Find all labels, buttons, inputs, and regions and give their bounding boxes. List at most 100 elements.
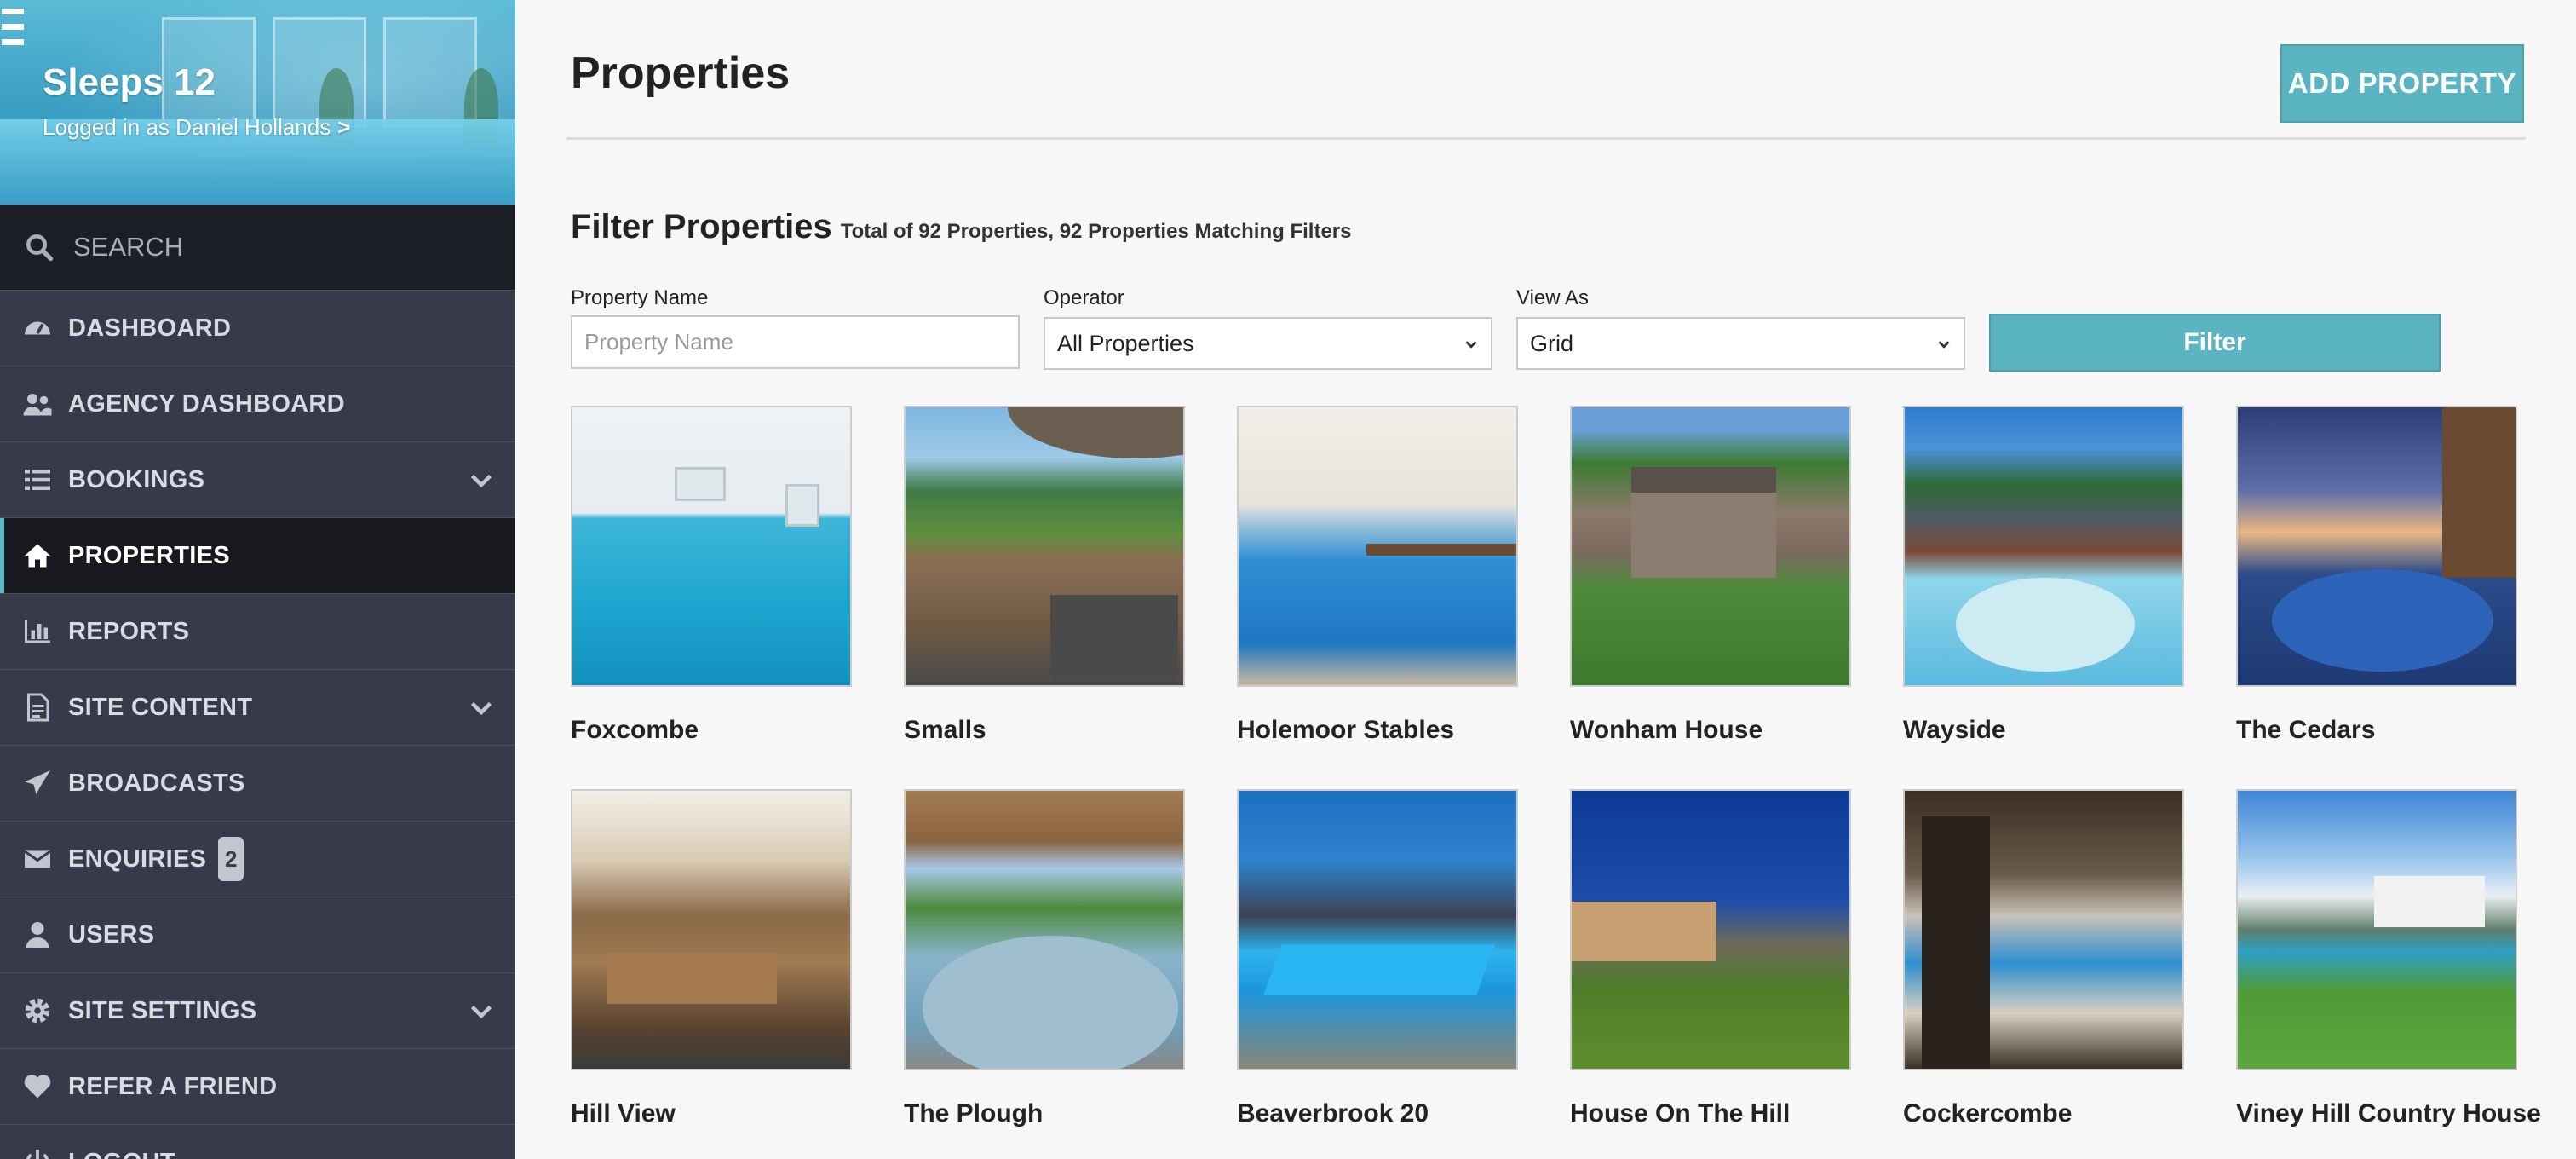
view-as-selected-value: Grid [1530,330,1574,356]
sidebar-item-properties[interactable]: PROPERTIES [0,517,515,593]
property-card[interactable]: House On The Hill [1570,789,1851,1137]
property-card[interactable]: Smalls [904,406,1185,753]
property-name[interactable]: Holemoor Stables [1237,716,1518,753]
paper-plane-icon [20,766,55,800]
property-card[interactable]: Viney Hill Country House [2236,789,2541,1137]
sidebar-item-label: AGENCY DASHBOARD [68,389,345,418]
sidebar-item-label: LOGOUT [68,1149,175,1159]
sidebar-item-refer-a-friend[interactable]: REFER A FRIEND [0,1048,515,1124]
envelope-icon [20,842,55,876]
sidebar-item-logout[interactable]: LOGOUT [0,1124,515,1159]
filter-button[interactable]: Filter [1989,314,2441,372]
page-title: Properties [571,49,791,98]
property-name[interactable]: Hill View [571,1099,852,1137]
property-name-label: Property Name [571,286,709,309]
sidebar-item-label: ENQUIRIES [68,845,207,873]
operator-label: Operator [1044,286,1124,309]
property-name[interactable]: House On The Hill [1570,1099,1851,1137]
sidebar-item-broadcasts[interactable]: BROADCASTS [0,745,515,821]
property-card[interactable]: Wayside [1903,406,2184,753]
bar-chart-icon [20,614,55,649]
property-card[interactable]: The Cedars [2236,406,2517,753]
property-grid: Foxcombe Smalls Holemoor Stables Wonham … [571,406,2541,1137]
property-image[interactable] [904,789,1185,1070]
operator-select[interactable]: All Properties [1044,317,1492,370]
property-image[interactable] [1570,789,1851,1070]
property-card[interactable]: Cockercombe [1903,789,2184,1137]
sidebar-item-users[interactable]: USERS [0,897,515,972]
property-name[interactable]: Wayside [1903,716,2184,753]
brand-header: Sleeps 12 Logged in as Daniel Hollands > [0,0,515,205]
main-content: Properties ADD PROPERTY Filter Propertie… [515,0,2576,1159]
search-icon [26,234,54,262]
header-divider [566,137,2526,140]
sidebar: Sleeps 12 Logged in as Daniel Hollands > … [0,0,515,1159]
property-name[interactable]: Wonham House [1570,716,1851,753]
property-card[interactable]: Beaverbrook 20 [1237,789,1518,1137]
property-name[interactable]: The Cedars [2236,716,2517,753]
sidebar-item-label: BROADCASTS [68,769,245,797]
property-image[interactable] [1237,789,1518,1070]
sidebar-item-bookings[interactable]: BOOKINGS [0,441,515,517]
property-image[interactable] [2236,789,2517,1070]
property-image[interactable] [2236,406,2517,687]
property-name-input[interactable] [571,315,1020,369]
brand-background-window [383,17,477,128]
property-name[interactable]: Beaverbrook 20 [1237,1099,1518,1137]
property-image[interactable] [1903,406,2184,687]
dashboard-icon [20,311,55,345]
property-image[interactable] [1570,406,1851,687]
menu-toggle-icon[interactable] [2,9,24,55]
logged-in-user-link[interactable]: Logged in as Daniel Hollands > [43,114,350,141]
chevron-down-icon [1465,341,1477,349]
property-image[interactable] [571,789,852,1070]
property-image[interactable] [904,406,1185,687]
view-as-label: View As [1516,286,1589,309]
property-image[interactable] [1903,789,2184,1070]
sidebar-item-reports[interactable]: REPORTS [0,593,515,669]
property-card[interactable]: Wonham House [1570,406,1851,753]
view-as-select[interactable]: Grid [1516,317,1965,370]
add-property-button[interactable]: ADD PROPERTY [2280,44,2524,123]
property-image[interactable] [1237,406,1518,687]
sidebar-item-agency-dashboard[interactable]: AGENCY DASHBOARD [0,366,515,441]
search-label: SEARCH [73,232,184,262]
site-title: Sleeps 12 [43,61,216,103]
gear-icon [20,994,55,1028]
property-name[interactable]: Cockercombe [1903,1099,2184,1137]
home-icon [20,539,55,573]
chevron-down-icon[interactable] [466,692,497,723]
filter-section-title: Filter Properties Total of 92 Properties,… [571,208,1351,246]
sidebar-item-label: REPORTS [68,617,190,645]
sidebar-item-label: REFER A FRIEND [68,1072,278,1100]
sidebar-item-site-settings[interactable]: SITE SETTINGS [0,972,515,1048]
sidebar-item-site-content[interactable]: SITE CONTENT [0,669,515,745]
property-image[interactable] [571,406,852,687]
chevron-down-icon[interactable] [466,464,497,495]
operator-selected-value: All Properties [1057,330,1194,356]
power-icon [20,1145,55,1159]
document-icon [20,690,55,724]
property-card[interactable]: Foxcombe [571,406,852,753]
logged-in-user-text: Logged in as Daniel Hollands [43,114,331,140]
property-name[interactable]: Foxcombe [571,716,852,753]
sidebar-item-dashboard[interactable]: DASHBOARD [0,290,515,366]
sidebar-item-enquiries[interactable]: ENQUIRIES 2 [0,821,515,897]
property-card[interactable]: Hill View [571,789,852,1137]
chevron-down-icon[interactable] [466,995,497,1026]
sidebar-item-label: SITE SETTINGS [68,996,257,1024]
sidebar-item-label: USERS [68,920,155,949]
user-icon [20,918,55,952]
property-card[interactable]: The Plough [904,789,1185,1137]
heart-icon [20,1070,55,1104]
property-card[interactable]: Holemoor Stables [1237,406,1518,753]
filter-title-text: Filter Properties [571,208,832,245]
property-name[interactable]: Smalls [904,716,1185,753]
list-icon [20,463,55,497]
sidebar-search[interactable]: SEARCH [0,205,515,290]
filter-summary: Total of 92 Properties, 92 Properties Ma… [840,220,1352,243]
property-name[interactable]: Viney Hill Country House [2236,1099,2541,1137]
sidebar-item-label: SITE CONTENT [68,693,253,721]
chevron-right-icon: > [337,114,351,140]
property-name[interactable]: The Plough [904,1099,1185,1137]
